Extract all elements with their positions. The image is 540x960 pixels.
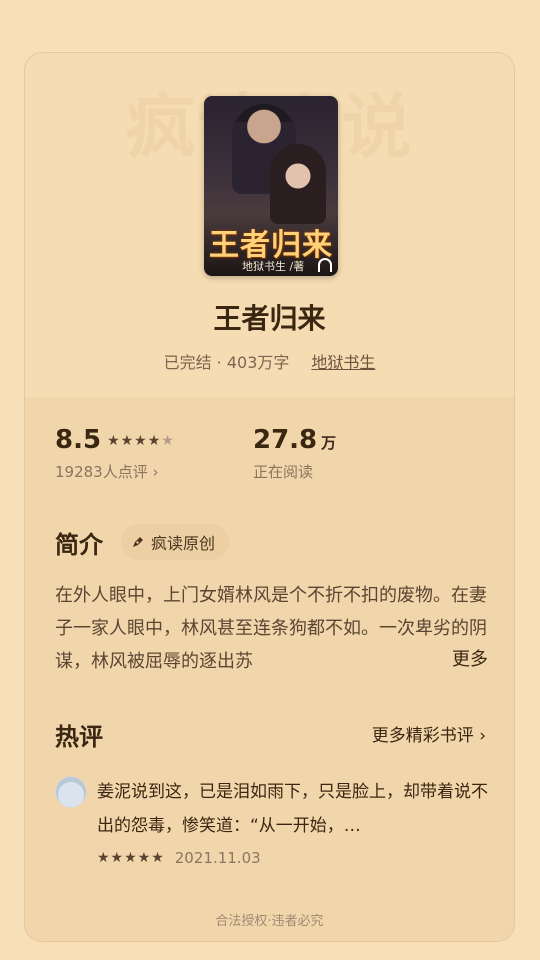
readers-label: 正在阅读 — [253, 463, 314, 481]
half-star-icon: ★ — [161, 433, 175, 449]
review-text[interactable]: 姜泥说到这，已是泪如雨下，只是脸上，却带着说不出的怨毒，惨笑道：“从一开始，… — [97, 775, 493, 843]
book-status: 已完结 · 403万字 — [163, 353, 290, 372]
review-meta: ★★★★★ 2021.11.03 — [97, 849, 261, 867]
rating-stars: ★★★★★ — [107, 433, 175, 449]
rating-block[interactable]: 8.5 ★★★★★ 19283人点评 › — [55, 425, 175, 482]
original-tag-label: 疯读原创 — [151, 534, 216, 553]
rating-score: 8.5 — [55, 425, 102, 455]
book-meta: 已完结 · 403万字 地狱书生 — [25, 349, 514, 373]
intro-title: 简介 — [55, 531, 103, 559]
star-icons: ★★★★ — [107, 433, 162, 449]
cover-author: 地狱书生 /著 — [242, 260, 305, 273]
original-tag[interactable]: 疯读原创 — [121, 524, 230, 560]
copyright-notice: 合法授权·违者必究 — [215, 914, 324, 929]
readers-block: 27.8 万 正在阅读 — [253, 425, 336, 482]
pen-icon — [133, 537, 143, 547]
stats-row: 8.5 ★★★★★ 19283人点评 › 27.8 万 正在阅读 — [55, 425, 495, 495]
more-reviews-link[interactable]: 更多精彩书评 › — [372, 721, 486, 746]
hot-reviews-title: 热评 — [55, 723, 103, 751]
author-link[interactable]: 地狱书生 — [311, 353, 375, 372]
headphone-icon[interactable] — [318, 258, 332, 272]
book-detail-card: 疯读小说 王者归来 地狱书生 /著 王者归来 已完结 · 403万字地狱书生 8… — [24, 52, 515, 942]
book-cover[interactable]: 王者归来 地狱书生 /著 — [204, 96, 338, 276]
book-title: 王者归来 — [213, 302, 326, 335]
readers-unit: 万 — [321, 434, 337, 452]
rating-count[interactable]: 19283人点评 › — [55, 461, 175, 482]
cover-figure-woman — [270, 144, 326, 224]
more-button[interactable]: 更多 — [422, 643, 488, 676]
review-date: 2021.11.03 — [174, 849, 261, 867]
avatar[interactable] — [55, 776, 87, 808]
review-stars: ★★★★★ — [97, 850, 165, 866]
readers-count: 27.8 — [253, 425, 318, 455]
